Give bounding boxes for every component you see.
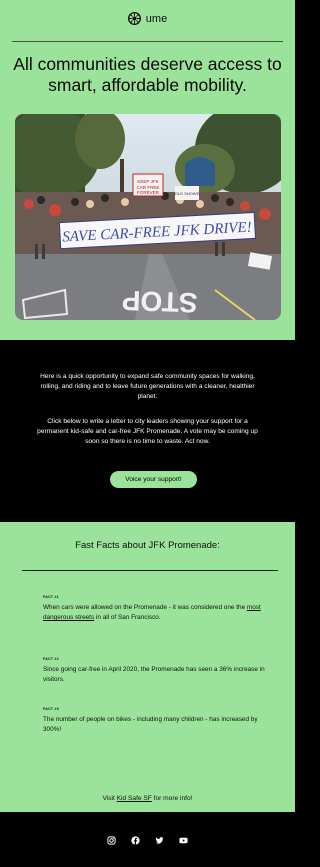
intro-paragraph: Here is a quick opportunity to expand sa… xyxy=(40,373,255,400)
header-divider xyxy=(12,41,283,42)
logo-icon xyxy=(127,12,141,25)
fact-3-text: The number of people on bikes - includin… xyxy=(43,716,258,733)
fact-1-text: When cars were allowed on the Promenade … xyxy=(43,603,267,623)
svg-text:STOP: STOP xyxy=(121,285,198,319)
youtube-icon[interactable] xyxy=(179,832,188,844)
hero-headline: All communities deserve access to smart,… xyxy=(13,54,282,95)
brand-logo[interactable]: ume xyxy=(0,12,295,25)
fact-1-text-end: in all of San Francisco. xyxy=(94,614,161,621)
action-paragraph: Click below to write a letter to city le… xyxy=(37,418,258,445)
svg-text:OLD SHOWS: OLD SHOWS xyxy=(175,191,200,196)
social-links xyxy=(0,832,295,845)
fact-2-text: Since going car-free in April 2020, the … xyxy=(43,666,265,683)
svg-text:KEEP JFK: KEEP JFK xyxy=(137,179,158,184)
facts-section: Fast Facts about JFK Promenade: FACT #1 … xyxy=(0,522,295,812)
visit-line: Visit Kid Safe SF for more info! xyxy=(0,795,295,802)
instagram-icon[interactable] xyxy=(107,832,116,845)
footer xyxy=(0,812,295,867)
brand-name: ume xyxy=(145,12,168,25)
facts-divider xyxy=(22,570,278,571)
facts-title: Fast Facts about JFK Promenade: xyxy=(75,540,220,551)
rally-photo-illustration: KEEP JFK CAR FREE FOREVER OLD SHOWS SAVE… xyxy=(15,114,281,320)
svg-text:FOREVER: FOREVER xyxy=(137,190,160,195)
visit-text-start: Visit xyxy=(102,795,117,802)
fact-1-label: FACT #1 xyxy=(43,595,59,599)
call-to-action-section: Here is a quick opportunity to expand sa… xyxy=(0,340,295,522)
facebook-icon[interactable] xyxy=(131,832,140,845)
fact-2-label: FACT #2 xyxy=(43,657,59,661)
hero-section: ume All communities deserve access to sm… xyxy=(0,0,295,340)
visit-text-end: for more info! xyxy=(151,795,193,802)
twitter-icon[interactable] xyxy=(155,832,164,844)
rally-photo: KEEP JFK CAR FREE FOREVER OLD SHOWS SAVE… xyxy=(15,114,281,320)
fact-3-label: FACT #3 xyxy=(43,707,59,711)
fact-1-text-start: When cars were allowed on the Promenade … xyxy=(43,604,247,611)
kid-safe-sf-link[interactable]: Kid Safe SF xyxy=(117,795,152,802)
voice-support-button[interactable]: Voice your support! xyxy=(110,471,197,488)
